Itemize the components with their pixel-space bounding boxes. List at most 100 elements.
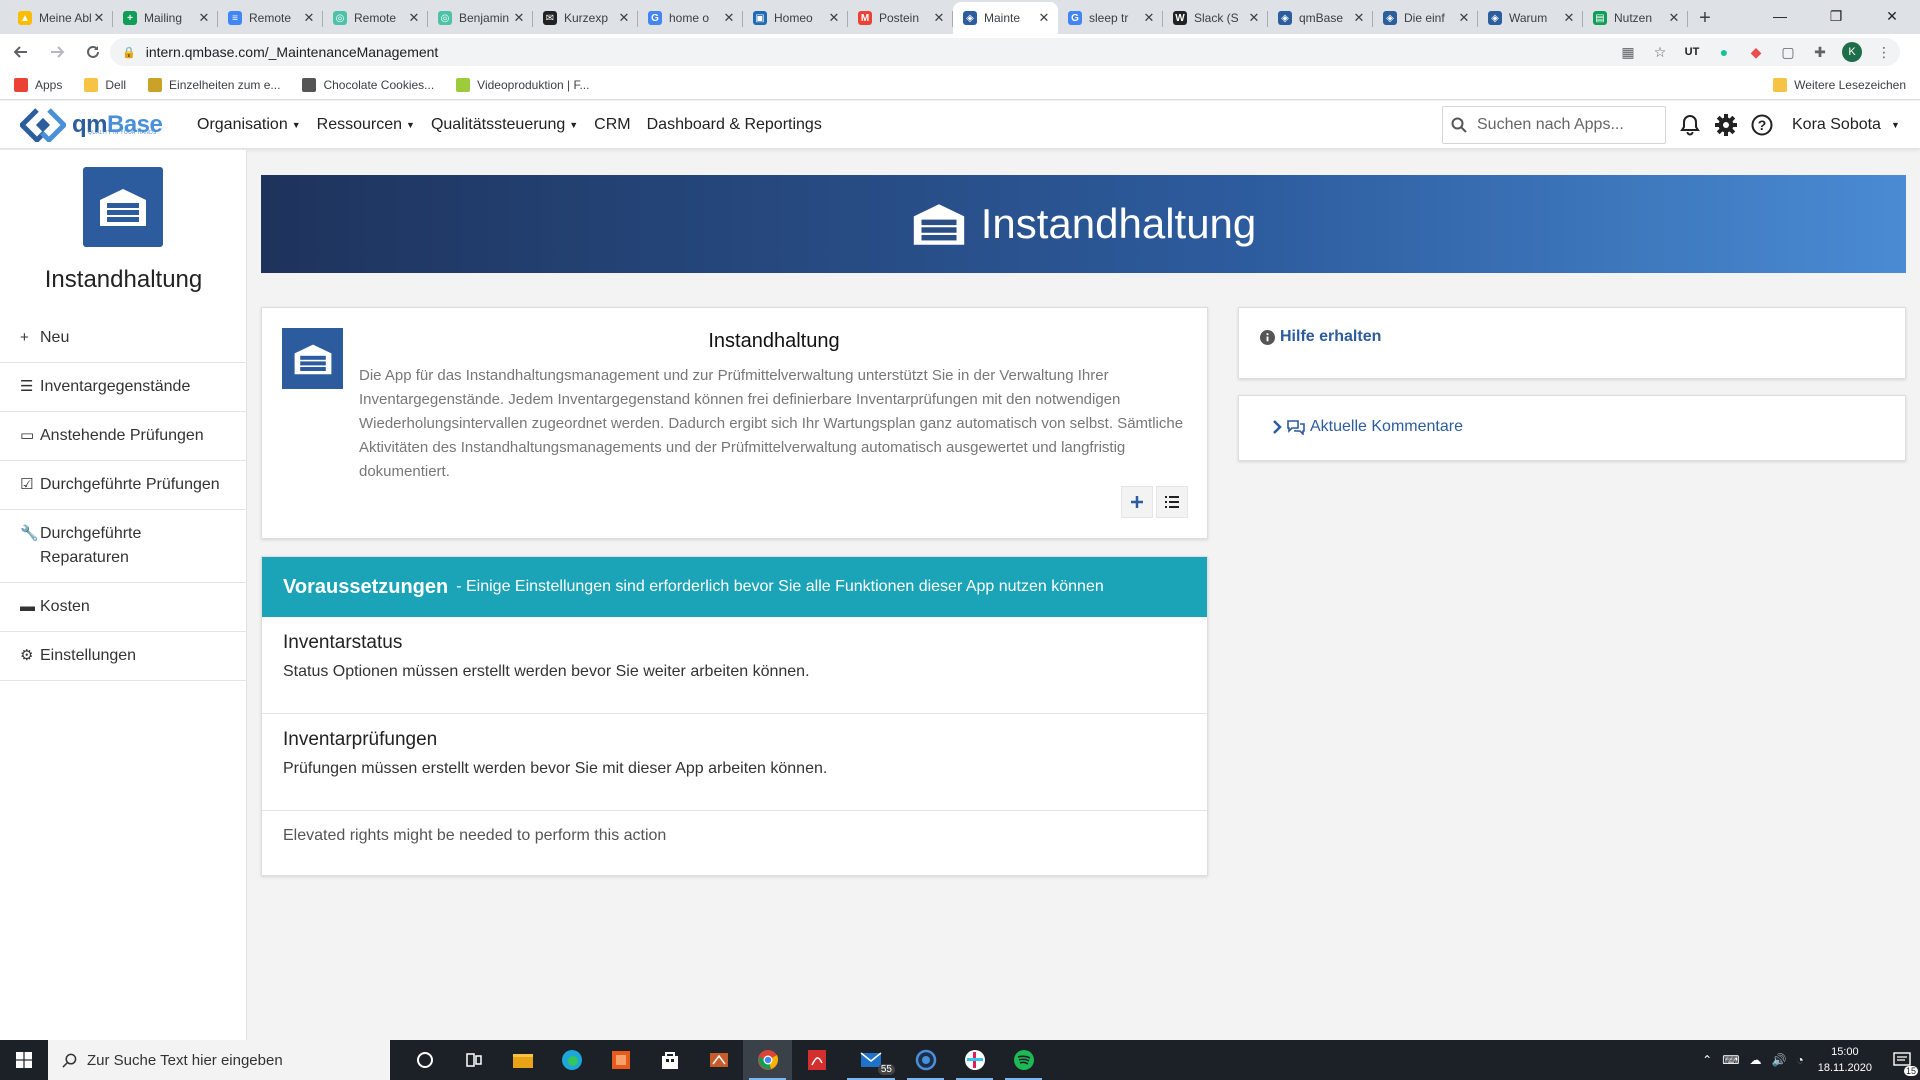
chevron-up-icon[interactable]: ⌃ (1702, 1053, 1712, 1067)
add-button[interactable] (1121, 486, 1153, 518)
store-button[interactable] (645, 1040, 694, 1080)
nav-item-dashboard-reportings[interactable]: Dashboard & Reportings (647, 116, 822, 134)
design-app-button[interactable] (694, 1040, 743, 1080)
close-tab-icon[interactable]: ✕ (406, 10, 422, 26)
menu-dots-icon[interactable]: ⋮ (1868, 44, 1900, 61)
close-tab-icon[interactable]: ✕ (1456, 10, 1472, 26)
nav-item-ressourcen[interactable]: Ressourcen ▼ (317, 116, 415, 134)
help-button[interactable]: ? (1744, 114, 1780, 136)
close-tab-icon[interactable]: ✕ (511, 10, 527, 26)
sidebar-item-kosten[interactable]: ▬ Kosten (0, 583, 247, 632)
acrobat-button[interactable] (792, 1040, 841, 1080)
outlook-button[interactable]: 55 (841, 1040, 901, 1080)
nav-item-crm[interactable]: CRM (594, 116, 630, 134)
browser-tab[interactable]: ◈ Warum ✕ (1478, 2, 1583, 34)
help-link[interactable]: Hilfe erhalten (1260, 328, 1381, 346)
browser-tab[interactable]: Gsleep tr ✕ (1058, 2, 1163, 34)
app-search-input[interactable] (1477, 116, 1657, 134)
sidebar-item-durchgef-hrte-pr-fungen[interactable]: ☑ Durchgeführte Prüfungen (0, 461, 247, 510)
grammarly-icon[interactable]: ● (1708, 44, 1740, 60)
comments-toggle[interactable]: Aktuelle Kommentare (1272, 418, 1463, 436)
bookmark-item[interactable]: Einzelheiten zum e... (148, 77, 280, 92)
close-tab-icon[interactable]: ✕ (301, 10, 317, 26)
spotify-button[interactable] (999, 1040, 1048, 1080)
minimize-button[interactable]: — (1752, 0, 1808, 32)
browser-tab[interactable]: ▣ Homeo ✕ (743, 2, 848, 34)
file-explorer-button[interactable] (498, 1040, 547, 1080)
sidebar-item-neu[interactable]: + Neu (0, 314, 247, 363)
close-tab-icon[interactable]: ✕ (1561, 10, 1577, 26)
nav-item-qualit-tssteuerung[interactable]: Qualitätssteuerung ▼ (431, 116, 578, 134)
close-tab-icon[interactable]: ✕ (1036, 10, 1052, 26)
prerequisite-inventory-checks[interactable]: Inventarprüfungen Prüfungen müssen erste… (262, 714, 1207, 811)
app-search-box[interactable] (1442, 106, 1666, 144)
close-window-button[interactable]: ✕ (1864, 0, 1920, 32)
puzzle-icon[interactable]: ✚ (1804, 44, 1836, 61)
notifications-button[interactable] (1672, 114, 1708, 136)
star-icon[interactable]: ☆ (1644, 44, 1676, 61)
close-tab-icon[interactable]: ✕ (196, 10, 212, 26)
browser-tab[interactable]: ◈ Mainte ✕ (953, 2, 1058, 34)
cloud-icon[interactable]: ☁ (1750, 1053, 1762, 1067)
bookmark-item[interactable]: Dell (84, 77, 126, 92)
browser-tab[interactable]: ◎ Remote ✕ (323, 2, 428, 34)
bookmark-item[interactable]: Chocolate Cookies... (302, 77, 434, 92)
bookmark-item[interactable]: Videoproduktion | F... (456, 77, 589, 92)
reload-button[interactable] (78, 37, 108, 67)
extension-page-icon[interactable]: ▢ (1772, 44, 1804, 61)
browser-tab[interactable]: ✉ Kurzexp ✕ (533, 2, 638, 34)
other-bookmarks[interactable]: Weitere Lesezeichen (1773, 78, 1906, 92)
input-method-icon[interactable]: ⌨ (1722, 1053, 1739, 1067)
browser-tab[interactable]: ▲ Meine Ablage✕ (8, 2, 113, 34)
browser-app-button[interactable] (901, 1040, 950, 1080)
browser-tab[interactable]: W Slack (S ✕ (1163, 2, 1268, 34)
browser-tab[interactable]: ≡ Remote ✕ (218, 2, 323, 34)
close-tab-icon[interactable]: ✕ (826, 10, 842, 26)
close-tab-icon[interactable]: ✕ (721, 10, 737, 26)
browser-tab[interactable]: ▤ Nutzen ✕ (1583, 2, 1688, 34)
browser-tab[interactable]: + Mailing ✕ (113, 2, 218, 34)
profile-avatar[interactable]: K (1836, 42, 1868, 62)
sidebar-item-inventargegenst-nde[interactable]: ☰ Inventargegenstände (0, 363, 247, 412)
extension-red-icon[interactable]: ◆ (1740, 44, 1772, 61)
close-tab-icon[interactable]: ✕ (91, 10, 107, 26)
settings-button[interactable] (1708, 114, 1744, 136)
close-tab-icon[interactable]: ✕ (1351, 10, 1367, 26)
wifi-icon[interactable]: ◔ (1797, 1053, 1804, 1067)
list-button[interactable] (1156, 486, 1188, 518)
maximize-button[interactable]: ❐ (1808, 0, 1864, 32)
qmbase-logo[interactable]: qmBase (20, 108, 163, 142)
sidebar-item-einstellungen[interactable]: ⚙ Einstellungen (0, 632, 247, 681)
start-button[interactable] (0, 1040, 48, 1080)
chrome-button[interactable] (743, 1040, 792, 1080)
task-view-button[interactable] (449, 1040, 498, 1080)
sidebar-item-anstehende-pr-fungen[interactable]: ▭ Anstehende Prüfungen (0, 412, 247, 461)
back-button[interactable] (6, 37, 36, 67)
user-menu[interactable]: Kora Sobota ▼ (1792, 116, 1900, 134)
browser-tab[interactable]: Ghome o ✕ (638, 2, 743, 34)
new-tab-button[interactable]: + (1688, 2, 1722, 34)
volume-icon[interactable]: 🔊 (1772, 1053, 1787, 1067)
close-tab-icon[interactable]: ✕ (1666, 10, 1682, 26)
sidebar-item-durchgef-hrte-reparaturen[interactable]: 🔧 Durchgeführte Reparaturen (0, 510, 247, 583)
browser-tab[interactable]: ◈ qmBase ✕ (1268, 2, 1373, 34)
browser-tab[interactable]: ◎ Benjamin ✕ (428, 2, 533, 34)
close-tab-icon[interactable]: ✕ (1141, 10, 1157, 26)
taskbar-search[interactable]: Zur Suche Text hier eingeben (48, 1040, 390, 1080)
close-tab-icon[interactable]: ✕ (1246, 10, 1262, 26)
close-tab-icon[interactable]: ✕ (931, 10, 947, 26)
prerequisite-inventory-status[interactable]: Inventarstatus Status Optionen müssen er… (262, 617, 1207, 714)
cortana-button[interactable] (400, 1040, 449, 1080)
translate-icon[interactable]: ▦ (1612, 44, 1644, 61)
bookmark-item[interactable]: Apps (14, 77, 62, 92)
edge-button[interactable] (547, 1040, 596, 1080)
forward-button[interactable] (42, 37, 72, 67)
slack-button[interactable] (950, 1040, 999, 1080)
browser-tab[interactable]: M Postein ✕ (848, 2, 953, 34)
office-app-button[interactable] (596, 1040, 645, 1080)
address-bar[interactable]: 🔒 intern.qmbase.com/_MaintenanceManageme… (110, 38, 1900, 66)
clock[interactable]: 15:00 18.11.2020 (1818, 1044, 1872, 1076)
extension-ut-icon[interactable]: UT (1676, 46, 1708, 58)
browser-tab[interactable]: ◈ Die einf ✕ (1373, 2, 1478, 34)
close-tab-icon[interactable]: ✕ (616, 10, 632, 26)
